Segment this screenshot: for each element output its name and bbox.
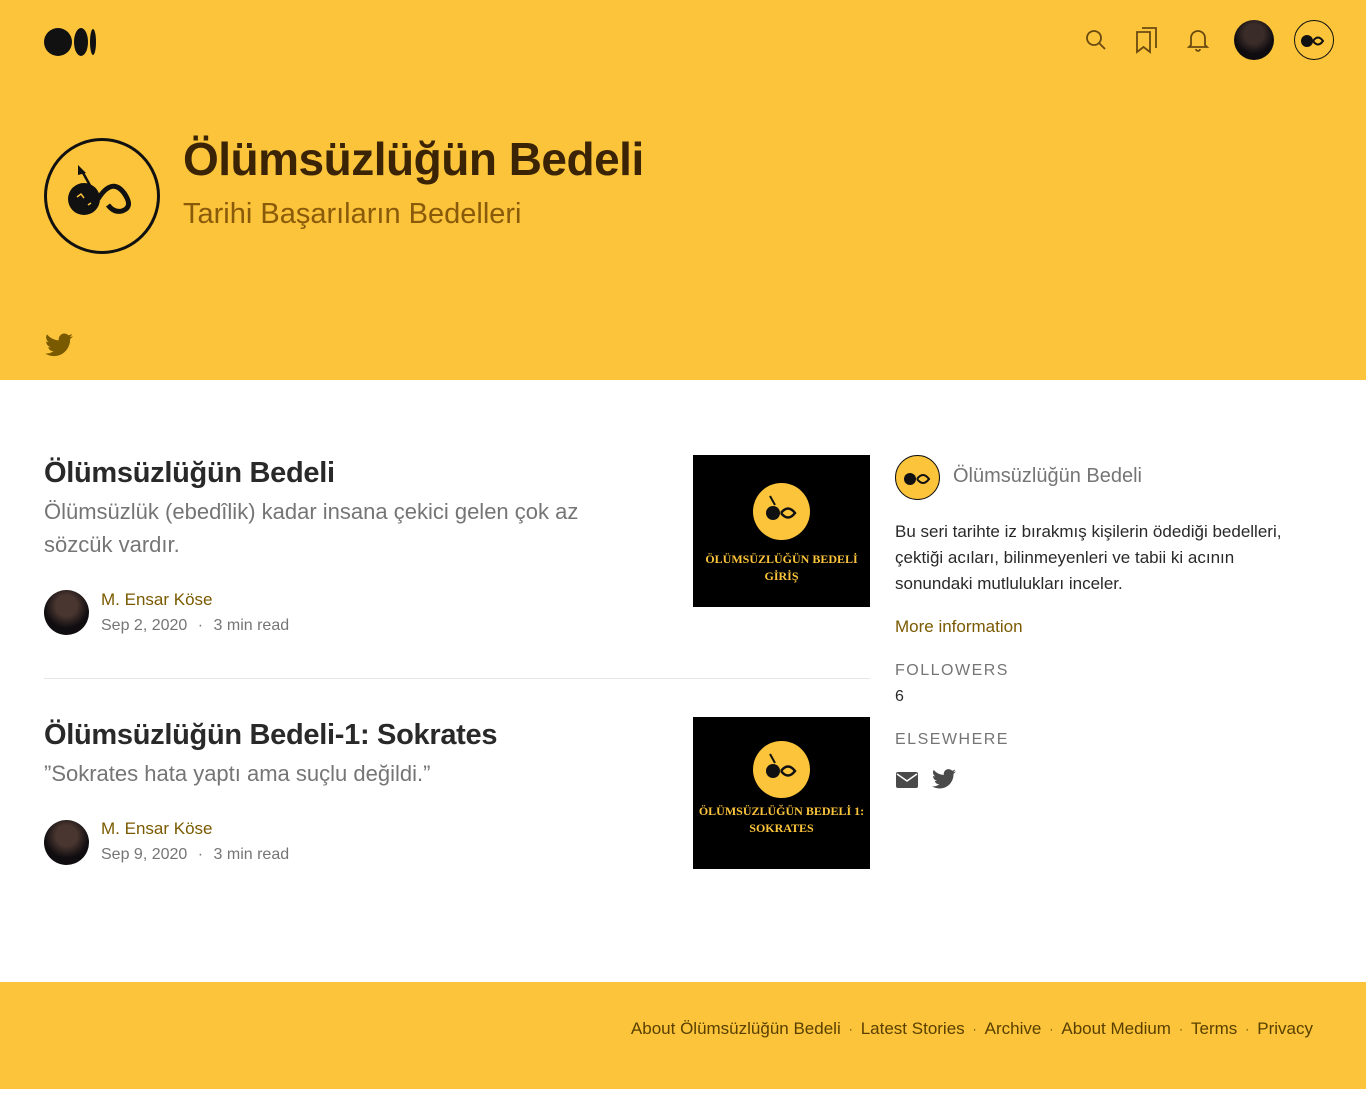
thumbnail-logo	[753, 741, 810, 798]
post-subtitle[interactable]: ”Sokrates hata yaptı ama suçlu değildi.”	[44, 757, 604, 790]
publication-tagline: Tarihi Başarıların Bedelleri	[183, 198, 522, 230]
followers-label: FOLLOWERS	[895, 662, 1009, 679]
author-name[interactable]: M. Ensar Köse	[101, 590, 213, 610]
post-title[interactable]: Ölümsüzlüğün Bedeli-1: Sokrates	[44, 719, 497, 752]
search-icon[interactable]	[1076, 20, 1116, 60]
publication-header: Ölümsüzlüğün Bedeli Tarihi Başarıların B…	[0, 0, 1366, 380]
read-time: 3 min read	[213, 617, 290, 634]
twitter-icon[interactable]	[45, 333, 73, 359]
thumbnail-caption-line: ÖLÜMSÜZLÜĞÜN BEDELİ	[705, 552, 858, 566]
sidebar-publication-name[interactable]: Ölümsüzlüğün Bedeli	[953, 465, 1142, 488]
author-name[interactable]: M. Ensar Köse	[101, 819, 213, 839]
footer-separator: ·	[1178, 1022, 1183, 1036]
post-subtitle[interactable]: Ölümsüzlük (ebedîlik) kadar insana çekic…	[44, 495, 604, 561]
bell-icon[interactable]	[1178, 20, 1218, 60]
bookmarks-icon[interactable]	[1127, 20, 1167, 60]
meta-separator: ·	[197, 617, 204, 634]
sidebar-publication-avatar[interactable]	[895, 455, 940, 500]
user-avatar[interactable]	[1234, 20, 1274, 60]
author-avatar[interactable]	[44, 590, 89, 635]
thumbnail-logo	[753, 483, 810, 540]
author-avatar[interactable]	[44, 820, 89, 865]
post-card[interactable]: Ölümsüzlüğün Bedeli-1: Sokrates ”Sokrate…	[44, 717, 870, 877]
elsewhere-label: ELSEWHERE	[895, 731, 1009, 748]
publication-avatar-small[interactable]	[1294, 20, 1334, 60]
post-card[interactable]: Ölümsüzlüğün Bedeli Ölümsüzlük (ebedîlik…	[44, 455, 870, 645]
thumbnail-caption: ÖLÜMSÜZLÜĞÜN BEDELİ 1: SOKRATES	[693, 803, 870, 837]
post-title[interactable]: Ölümsüzlüğün Bedeli	[44, 457, 335, 490]
post-date: Sep 9, 2020	[101, 846, 188, 863]
footer-link-about-medium[interactable]: About Medium	[1061, 1019, 1171, 1039]
footer-links: About Ölümsüzlüğün Bedeli · Latest Stori…	[631, 1019, 1313, 1039]
thumbnail-caption: ÖLÜMSÜZLÜĞÜN BEDELİ GİRİŞ	[693, 551, 870, 585]
footer: About Ölümsüzlüğün Bedeli · Latest Stori…	[0, 982, 1366, 1089]
footer-link-terms[interactable]: Terms	[1191, 1019, 1237, 1039]
footer-link-privacy[interactable]: Privacy	[1257, 1019, 1313, 1039]
post-date: Sep 2, 2020	[101, 617, 188, 634]
followers-count[interactable]: 6	[895, 688, 904, 706]
footer-separator: ·	[1245, 1022, 1250, 1036]
post-divider	[44, 678, 870, 679]
footer-link-about-publication[interactable]: About Ölümsüzlüğün Bedeli	[631, 1019, 841, 1039]
post-meta: Sep 2, 2020 · 3 min read	[101, 617, 289, 635]
twitter-icon[interactable]	[932, 768, 956, 797]
footer-separator: ·	[1049, 1022, 1054, 1036]
footer-link-latest-stories[interactable]: Latest Stories	[861, 1019, 965, 1039]
post-thumbnail[interactable]: ÖLÜMSÜZLÜĞÜN BEDELİ GİRİŞ	[693, 455, 870, 607]
post-thumbnail[interactable]: ÖLÜMSÜZLÜĞÜN BEDELİ 1: SOKRATES	[693, 717, 870, 869]
top-nav	[1065, 20, 1334, 60]
post-meta: Sep 9, 2020 · 3 min read	[101, 846, 289, 864]
thumbnail-caption-line: SOKRATES	[749, 821, 814, 835]
thumbnail-caption-line: ÖLÜMSÜZLÜĞÜN BEDELİ 1:	[698, 804, 865, 818]
more-information-link[interactable]: More information	[895, 617, 1023, 637]
footer-separator: ·	[848, 1022, 853, 1036]
elsewhere-links	[895, 768, 956, 797]
meta-separator: ·	[197, 846, 204, 863]
read-time: 3 min read	[213, 846, 290, 863]
thumbnail-caption-line: GİRİŞ	[764, 569, 799, 583]
publication-logo	[44, 138, 160, 254]
sidebar-description: Bu seri tarihte iz bırakmış kişilerin öd…	[895, 522, 1282, 593]
medium-logo-icon[interactable]	[44, 27, 100, 57]
footer-separator: ·	[972, 1022, 977, 1036]
mail-icon[interactable]	[895, 768, 919, 797]
publication-title: Ölümsüzlüğün Bedeli	[183, 133, 644, 185]
footer-link-archive[interactable]: Archive	[985, 1019, 1042, 1039]
